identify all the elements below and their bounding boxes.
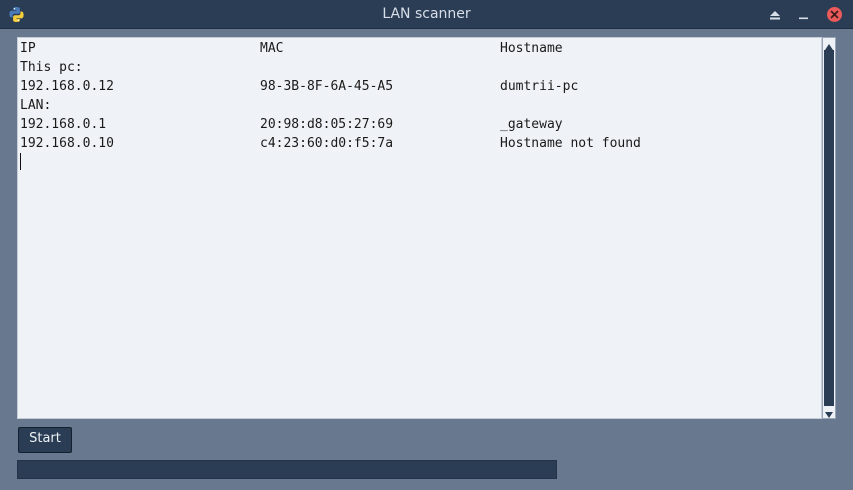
hostname-cell: Hostname not found (500, 136, 641, 151)
hostname-cell: _gateway (500, 117, 563, 132)
mac-cell: 98-3B-8F-6A-45-A5 (260, 79, 394, 94)
scroll-down-button[interactable] (824, 407, 834, 418)
vertical-scrollbar[interactable] (822, 37, 836, 419)
keep-above-button[interactable] (766, 5, 784, 23)
scroll-up-button[interactable] (824, 39, 834, 50)
app-window: LAN scanner IP MAC Hostname This pc: 192… (0, 0, 853, 490)
hostname-cell: dumtrii-pc (500, 79, 579, 94)
lan-label-text: LAN: (20, 98, 52, 113)
minimize-button[interactable] (794, 5, 812, 23)
output-text-area[interactable]: IP MAC Hostname This pc: 192.168.0.12 98… (17, 37, 822, 419)
keep-above-icon (770, 5, 780, 24)
ip-cell: 192.168.0.10 (20, 136, 114, 151)
start-button[interactable]: Start (18, 427, 72, 453)
ip-column-header: IP (20, 41, 36, 56)
title-bar[interactable]: LAN scanner (0, 0, 853, 29)
ip-cell: 192.168.0.12 (20, 79, 114, 94)
this-pc-label: This pc: (20, 58, 800, 77)
mac-cell: 20:98:d8:05:27:69 (260, 117, 394, 132)
close-button[interactable] (825, 5, 843, 23)
close-icon (826, 6, 842, 22)
header-row: IP MAC Hostname (20, 39, 800, 58)
text-caret (20, 153, 21, 170)
lan-row: 192.168.0.1 20:98:d8:05:27:69 _gateway (20, 115, 800, 134)
hostname-column-header: Hostname (500, 41, 563, 56)
lan-label: LAN: (20, 96, 800, 115)
this-pc-row: 192.168.0.12 98-3B-8F-6A-45-A5 dumtrii-p… (20, 77, 800, 96)
arrow-down-icon (825, 403, 833, 422)
minimize-icon (798, 5, 808, 24)
window-title: LAN scanner (382, 6, 471, 22)
scroll-thumb[interactable] (824, 50, 834, 406)
mac-cell: c4:23:60:d0:f5:7a (260, 136, 394, 151)
mac-column-header: MAC (260, 41, 284, 56)
ip-cell: 192.168.0.1 (20, 117, 107, 132)
lan-row: 192.168.0.10 c4:23:60:d0:f5:7a Hostname … (20, 134, 800, 153)
this-pc-label-text: This pc: (20, 60, 83, 75)
scan-progress-bar (17, 460, 557, 479)
